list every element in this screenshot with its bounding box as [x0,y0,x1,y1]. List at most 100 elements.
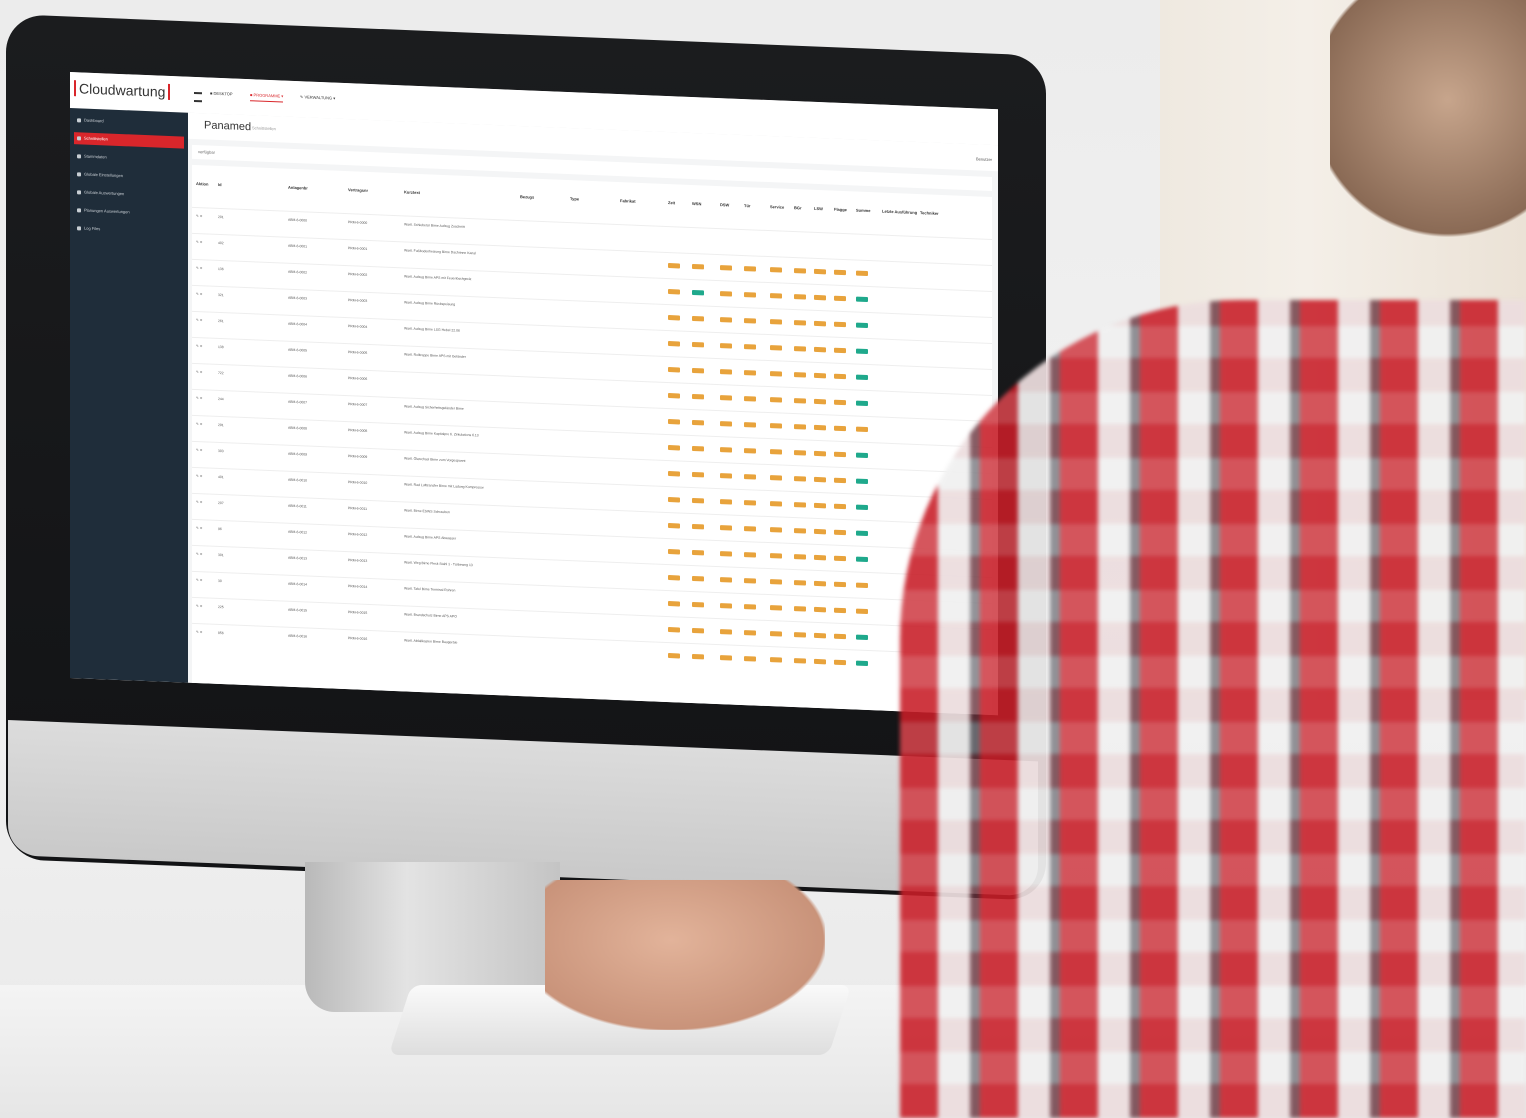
status-badge[interactable] [720,473,732,479]
status-badge[interactable] [744,318,756,324]
status-badge[interactable] [770,475,782,481]
status-badge[interactable] [692,419,704,426]
status-badge[interactable] [834,425,846,432]
status-badge[interactable] [720,395,732,401]
status-badge[interactable] [720,577,732,583]
status-badge[interactable] [692,393,704,400]
status-badge[interactable] [744,552,756,558]
status-badge[interactable] [834,295,846,302]
table-header[interactable]: Techniker [920,210,939,216]
status-badge[interactable] [814,398,826,405]
status-badge[interactable] [834,399,846,406]
status-badge[interactable] [720,265,732,271]
status-badge[interactable] [668,575,680,581]
status-badge[interactable] [814,450,826,457]
table-header[interactable]: Flagge [834,207,847,213]
status-badge[interactable] [744,344,756,350]
status-badge[interactable] [814,528,826,535]
status-badge[interactable] [770,319,782,325]
status-badge[interactable] [794,320,806,326]
status-badge[interactable] [794,372,806,378]
status-badge[interactable] [770,267,782,273]
status-badge[interactable] [856,426,868,433]
row-action-icons[interactable]: ✎ ✕ [196,500,203,504]
table-header[interactable]: Id [218,182,222,187]
table-header[interactable]: Zeit [668,200,675,205]
status-badge[interactable] [668,445,680,451]
status-badge[interactable] [668,523,680,529]
table-header[interactable]: Summe [856,208,870,214]
status-badge[interactable] [744,266,756,272]
status-badge[interactable] [770,293,782,299]
status-badge[interactable] [856,348,868,355]
status-badge[interactable] [744,370,756,376]
status-badge[interactable] [720,421,732,427]
status-badge[interactable] [834,347,846,354]
status-badge[interactable] [834,269,846,276]
sidebar-item[interactable]: Log Files [74,222,184,238]
row-action-icons[interactable]: ✎ ✕ [196,292,203,296]
status-badge[interactable] [744,578,756,584]
status-badge[interactable] [834,451,846,458]
status-badge[interactable] [856,582,868,589]
row-action-icons[interactable]: ✎ ✕ [196,552,203,556]
status-badge[interactable] [668,341,680,347]
status-badge[interactable] [794,398,806,404]
row-action-icons[interactable]: ✎ ✕ [196,604,203,608]
status-badge[interactable] [744,474,756,480]
status-badge[interactable] [744,422,756,428]
status-badge[interactable] [834,503,846,510]
status-badge[interactable] [692,497,704,504]
status-badge[interactable] [834,659,846,666]
table-header[interactable]: Fabrikat [620,198,636,204]
status-badge[interactable] [692,575,704,582]
status-badge[interactable] [814,502,826,509]
sidebar-item[interactable]: Schnittstellen [74,132,184,149]
row-action-icons[interactable]: ✎ ✕ [196,396,203,400]
status-badge[interactable] [856,322,868,329]
status-badge[interactable] [692,471,704,478]
status-badge[interactable] [744,604,756,610]
status-badge[interactable] [668,393,680,399]
status-badge[interactable] [692,601,704,608]
status-badge[interactable] [770,527,782,533]
status-badge[interactable] [668,653,680,659]
table-header[interactable]: Letzte Ausführung [882,209,917,215]
table-header[interactable]: Kurztext [404,189,420,195]
status-badge[interactable] [814,424,826,431]
status-badge[interactable] [834,477,846,484]
table-header[interactable]: Bezugs [520,194,534,200]
status-badge[interactable] [770,553,782,559]
status-badge[interactable] [692,315,704,322]
table-header[interactable]: Tür [744,203,750,208]
status-badge[interactable] [668,627,680,633]
table-header[interactable]: BGr [794,205,802,210]
status-badge[interactable] [834,321,846,328]
row-action-icons[interactable]: ✎ ✕ [196,344,203,348]
status-badge[interactable] [770,605,782,611]
status-badge[interactable] [720,525,732,531]
status-badge[interactable] [814,554,826,561]
table-header[interactable]: Service [770,204,784,210]
status-badge[interactable] [856,556,868,563]
status-badge[interactable] [794,424,806,430]
status-badge[interactable] [794,346,806,352]
status-badge[interactable] [814,632,826,639]
status-badge[interactable] [720,603,732,609]
status-badge[interactable] [856,400,868,407]
status-badge[interactable] [814,658,826,665]
row-action-icons[interactable]: ✎ ✕ [196,240,203,244]
status-badge[interactable] [794,528,806,534]
status-badge[interactable] [744,500,756,506]
sidebar-item[interactable]: Globale Auswertungen [74,186,184,202]
status-badge[interactable] [720,291,732,297]
status-badge[interactable] [814,346,826,353]
table-header[interactable]: Vertragsnr [348,187,368,193]
status-badge[interactable] [856,530,868,537]
sidebar-item[interactable]: Planungen Auswertungen [74,204,184,220]
status-badge[interactable] [794,450,806,456]
status-badge[interactable] [794,632,806,638]
status-badge[interactable] [770,657,782,663]
status-badge[interactable] [856,478,868,485]
status-badge[interactable] [692,549,704,556]
